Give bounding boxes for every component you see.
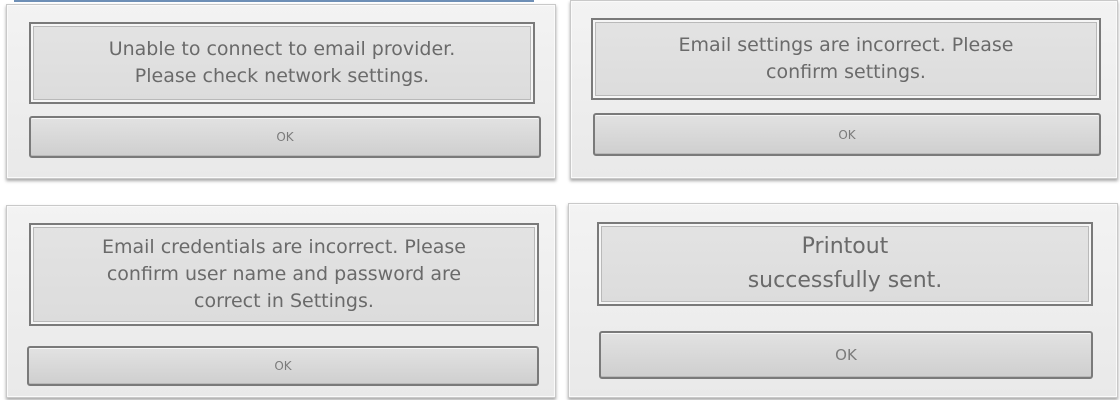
network-error-ok-button[interactable]: OK — [29, 116, 541, 158]
credentials-error-ok-button[interactable]: OK — [27, 346, 539, 386]
settings-error-message: Email settings are incorrect. Please con… — [678, 34, 1014, 83]
credentials-error-message: Email credentials are incorrect. Please … — [101, 236, 466, 312]
credentials-error-dialog: Email credentials are incorrect. Please … — [6, 205, 556, 398]
printout-sent-message-box: Printout successfully sent. — [597, 222, 1093, 306]
printout-sent-message: Printout successfully sent. — [747, 234, 943, 293]
network-error-message: Unable to connect to email provider. Ple… — [108, 38, 456, 87]
settings-error-ok-button[interactable]: OK — [593, 113, 1101, 156]
accent-line — [14, 0, 534, 2]
ok-button-label: OK — [838, 127, 856, 142]
settings-error-dialog: Email settings are incorrect. Please con… — [570, 0, 1118, 179]
network-error-dialog: Unable to connect to email provider. Ple… — [6, 4, 556, 179]
ok-button-label: OK — [835, 346, 857, 364]
network-error-message-box: Unable to connect to email provider. Ple… — [29, 22, 535, 104]
credentials-error-message-box: Email credentials are incorrect. Please … — [29, 223, 539, 326]
ok-button-label: OK — [276, 130, 294, 144]
settings-error-message-box: Email settings are incorrect. Please con… — [591, 18, 1101, 100]
ok-button-label: OK — [274, 359, 292, 373]
printout-sent-ok-button[interactable]: OK — [599, 331, 1093, 379]
printout-sent-dialog: Printout successfully sent. OK — [568, 203, 1118, 398]
